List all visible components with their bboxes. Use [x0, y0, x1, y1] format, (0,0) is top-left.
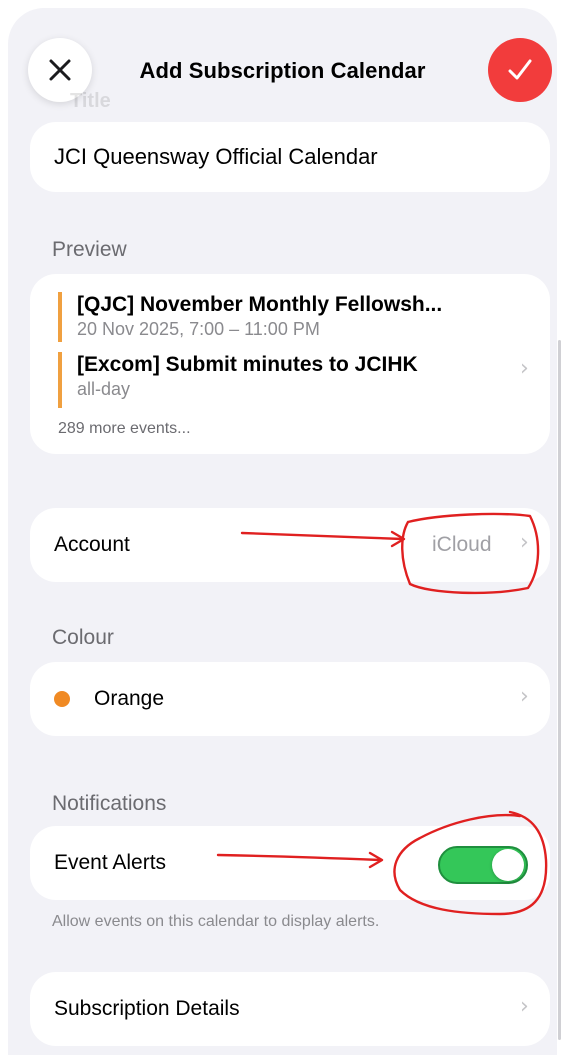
account-value: iCloud: [432, 533, 492, 556]
confirm-button[interactable]: [488, 38, 552, 102]
chevron-right-icon: ›: [520, 994, 529, 1019]
colour-section-label: Colour: [52, 626, 114, 649]
scroll-indicator: [558, 340, 561, 1040]
more-events-count: 289 more events...: [58, 420, 191, 437]
header: Title Add Subscription Calendar: [8, 8, 557, 118]
event-title: [QJC] November Monthly Fellowsh...: [77, 293, 443, 316]
title-field-label: Title: [70, 90, 111, 112]
preview-section-label: Preview: [52, 238, 127, 261]
checkmark-icon: [508, 59, 532, 80]
colour-swatch: [54, 691, 70, 707]
event-title: [Excom] Submit minutes to JCIHK: [77, 353, 418, 376]
event-time: all-day: [77, 379, 131, 399]
preview-event: [Excom] Submit minutes to JCIHK all-day: [58, 352, 418, 408]
subscription-details-row[interactable]: Subscription Details ›: [30, 972, 550, 1046]
chevron-right-icon: ›: [520, 684, 529, 709]
event-time: 20 Nov 2025, 7:00 – 11:00 PM: [77, 319, 320, 339]
calendar-name-value: JCI Queensway Official Calendar: [54, 144, 378, 169]
calendar-name-input[interactable]: JCI Queensway Official Calendar: [30, 122, 550, 192]
subscription-details-label: Subscription Details: [54, 997, 240, 1020]
chevron-right-icon: ›: [520, 356, 529, 381]
notifications-section-label: Notifications: [52, 792, 167, 815]
colour-value: Orange: [94, 687, 165, 710]
event-alerts-row: Event Alerts: [30, 826, 550, 900]
colour-row[interactable]: Orange ›: [30, 662, 550, 736]
event-alerts-toggle[interactable]: [438, 846, 528, 884]
preview-card[interactable]: [QJC] November Monthly Fellowsh... 20 No…: [30, 274, 550, 454]
account-row[interactable]: Account iCloud ›: [30, 508, 550, 582]
event-alerts-label: Event Alerts: [54, 851, 167, 874]
event-alerts-footnote: Allow events on this calendar to display…: [52, 913, 380, 930]
account-label: Account: [54, 533, 130, 556]
preview-event: [QJC] November Monthly Fellowsh... 20 No…: [58, 292, 442, 342]
page-title: Add Subscription Calendar: [139, 58, 426, 83]
modal-sheet: Title Add Subscription Calendar JCI Quee…: [8, 8, 557, 1055]
toggle-knob: [492, 849, 524, 881]
chevron-right-icon: ›: [520, 530, 529, 555]
